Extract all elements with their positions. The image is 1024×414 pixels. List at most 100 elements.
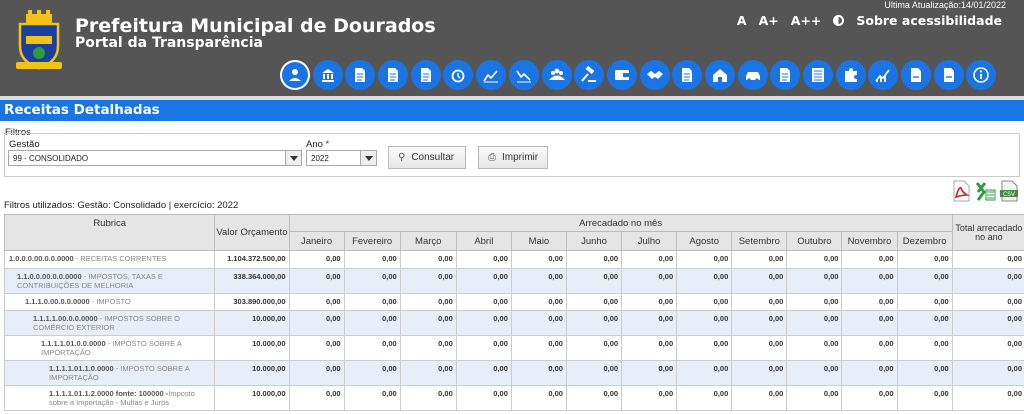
col-month[interactable]: Outubro bbox=[786, 231, 843, 251]
file-icon[interactable] bbox=[933, 60, 964, 90]
valor-orcamento-cell: 10.000,00 bbox=[214, 360, 290, 386]
table-row[interactable]: 1.0.0.0.00.0.0.0000 - RECEITAS CORRENTES… bbox=[3, 250, 1024, 269]
col-valor-orcamento[interactable]: Valor Orçamento bbox=[214, 214, 290, 251]
document-icon[interactable] bbox=[770, 60, 801, 90]
document-icon[interactable] bbox=[378, 60, 409, 90]
rubrica-desc: - IMPOSTO bbox=[89, 297, 131, 306]
group-icon[interactable] bbox=[541, 60, 572, 90]
puzzle-icon[interactable] bbox=[835, 60, 866, 90]
required-marker: * bbox=[325, 139, 330, 150]
rubrica-cell: 1.1.1.1.01.1.0.0000 - IMPOSTO SOBRE A IM… bbox=[3, 360, 216, 386]
last-update: Ultima Atualização:14/01/2022 bbox=[884, 0, 1006, 10]
col-month[interactable]: Dezembro bbox=[896, 231, 953, 251]
file-icon[interactable] bbox=[901, 60, 932, 90]
arrecadado-cell: 0,00 bbox=[841, 310, 898, 336]
gavel-icon[interactable] bbox=[574, 60, 605, 90]
rubrica-cell: 1.1.1.1.01.1.2.0000 fonte: 100000 -Impos… bbox=[3, 385, 216, 411]
consultar-button[interactable]: ⚲ Consultar bbox=[388, 146, 466, 169]
table-row[interactable]: 1.1.0.0.00.0.0.0000 - IMPOSTOS, TAXAS E … bbox=[3, 268, 1024, 294]
col-month[interactable]: Janeiro bbox=[288, 231, 345, 251]
arrecadado-cell: 0,00 bbox=[288, 385, 345, 411]
rubrica-code: 1.1.0.0.00.0.0.0000 bbox=[17, 272, 82, 281]
col-total-ano[interactable]: Total arrecadado no ano bbox=[951, 214, 1024, 251]
arrecadado-cell: 0,00 bbox=[676, 268, 733, 294]
font-increase-button[interactable]: A+ bbox=[759, 13, 779, 28]
table-row[interactable]: 1.1.1.1.00.0.0.0000 - IMPOSTOS SOBRE O C… bbox=[3, 310, 1024, 336]
arrecadado-cell: 0,00 bbox=[288, 250, 345, 269]
document-icon[interactable] bbox=[410, 60, 441, 90]
arrecadado-cell: 0,00 bbox=[896, 268, 953, 294]
arrecadado-cell: 0,00 bbox=[896, 310, 953, 336]
ano-select[interactable]: 2022 bbox=[306, 150, 377, 166]
table-row[interactable]: 1.1.1.0.00.0.0.0000 - IMPOSTO 303.890.000… bbox=[3, 293, 1024, 311]
wallet-icon[interactable] bbox=[606, 60, 637, 90]
col-month[interactable]: Março bbox=[399, 231, 457, 251]
arrecadado-cell: 0,00 bbox=[565, 385, 623, 411]
table-row[interactable]: 1.1.1.1.01.0.0.0000 - IMPOSTO SOBRE A IM… bbox=[3, 335, 1024, 361]
arrecadado-cell: 0,00 bbox=[343, 293, 401, 311]
ano-label: Ano * bbox=[306, 139, 329, 150]
handshake-icon[interactable] bbox=[639, 60, 670, 90]
people-icon[interactable] bbox=[280, 60, 310, 90]
imprimir-button[interactable]: ⎙ Imprimir bbox=[478, 146, 548, 169]
print-icon: ⎙ bbox=[488, 152, 496, 163]
col-rubrica[interactable]: Rubrica bbox=[3, 214, 216, 251]
table-row[interactable]: 1.1.1.1.01.1.0.0000 - IMPOSTO SOBRE A IM… bbox=[3, 360, 1024, 386]
rubrica-code: 1.1.1.0.00.0.0.0000 bbox=[25, 297, 90, 306]
col-month[interactable]: Julho bbox=[621, 231, 678, 251]
arrecadado-cell: 0,00 bbox=[565, 335, 623, 361]
arrecadado-cell: 0,00 bbox=[621, 293, 678, 311]
col-month[interactable]: Abril bbox=[455, 231, 512, 251]
contrast-icon[interactable] bbox=[833, 15, 845, 26]
arrecadado-cell: 0,00 bbox=[731, 335, 788, 361]
gestao-select[interactable]: 99 - CONSOLIDADO bbox=[8, 150, 302, 166]
font-increase-more-button[interactable]: A++ bbox=[791, 13, 822, 28]
col-month[interactable]: Novembro bbox=[841, 231, 898, 251]
chart-down-icon[interactable] bbox=[508, 60, 539, 90]
pdf-icon[interactable] bbox=[950, 180, 972, 202]
consultar-label: Consultar bbox=[411, 152, 455, 163]
arrecadado-cell: 0,00 bbox=[786, 335, 843, 361]
bank-icon[interactable] bbox=[312, 60, 343, 90]
arrecadado-cell: 0,00 bbox=[676, 293, 733, 311]
csv-icon[interactable]: CSV bbox=[998, 180, 1020, 202]
arrecadado-cell: 0,00 bbox=[951, 385, 1024, 411]
chart-up-icon[interactable] bbox=[476, 60, 507, 90]
arrecadado-cell: 0,00 bbox=[951, 310, 1024, 336]
col-arrecadado-mes: Arrecadado no mês bbox=[288, 214, 953, 232]
col-month[interactable]: Fevereiro bbox=[343, 231, 401, 251]
chevron-down-icon[interactable] bbox=[285, 151, 301, 165]
trend-icon[interactable] bbox=[868, 60, 899, 90]
alarm-icon[interactable] bbox=[443, 60, 474, 90]
rubrica-code: 1.1.1.1.01.0.0.0000 bbox=[41, 339, 106, 348]
ano-value: 2022 bbox=[311, 154, 329, 163]
arrecadado-cell: 0,00 bbox=[343, 250, 401, 269]
house-icon[interactable] bbox=[704, 60, 735, 90]
arrecadado-cell: 0,00 bbox=[841, 360, 898, 386]
col-month[interactable]: Agosto bbox=[676, 231, 733, 251]
document-icon[interactable] bbox=[345, 60, 376, 90]
col-month[interactable]: Setembro bbox=[731, 231, 788, 251]
arrecadado-cell: 0,00 bbox=[399, 385, 457, 411]
arrecadado-cell: 0,00 bbox=[343, 310, 401, 336]
list-icon[interactable] bbox=[803, 60, 833, 90]
table-row[interactable]: 1.1.1.1.01.1.2.0000 fonte: 100000 -Impos… bbox=[3, 385, 1024, 411]
imprimir-label: Imprimir bbox=[502, 152, 539, 163]
arrecadado-cell: 0,00 bbox=[510, 293, 567, 311]
xls-icon[interactable] bbox=[974, 180, 996, 202]
valor-orcamento-cell: 1.104.372.500,00 bbox=[214, 250, 290, 269]
arrecadado-cell: 0,00 bbox=[621, 385, 678, 411]
arrecadado-cell: 0,00 bbox=[731, 310, 788, 336]
nav-iconbar bbox=[280, 60, 997, 90]
chevron-down-icon[interactable] bbox=[360, 151, 376, 165]
font-normal-button[interactable]: A bbox=[737, 13, 747, 28]
arrecadado-cell: 0,00 bbox=[786, 385, 843, 411]
car-icon[interactable] bbox=[737, 60, 768, 90]
accessibility-link[interactable]: Sobre acessibilidade bbox=[856, 13, 1002, 28]
col-month[interactable]: Maio bbox=[510, 231, 567, 251]
municipal-crest-logo[interactable] bbox=[14, 10, 64, 70]
arrecadado-cell: 0,00 bbox=[841, 268, 898, 294]
document-icon[interactable] bbox=[672, 60, 703, 90]
col-month[interactable]: Junho bbox=[565, 231, 623, 251]
info-icon[interactable] bbox=[966, 60, 997, 90]
